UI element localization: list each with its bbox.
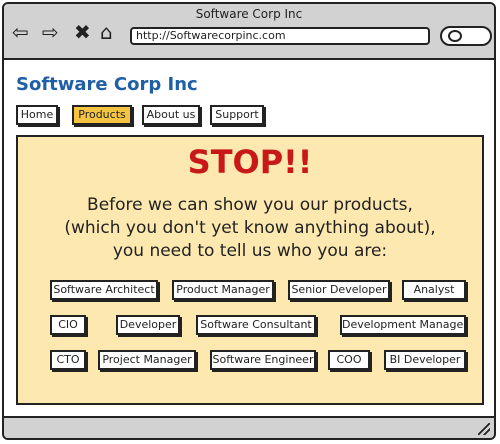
close-x-icon[interactable]: ✖ <box>74 20 91 44</box>
role-developer-button[interactable]: Developer <box>116 315 180 335</box>
role-development-manager-button[interactable]: Development Manager <box>340 315 468 335</box>
home-icon[interactable]: ⌂ <box>100 20 113 44</box>
title-bar: Software Corp Inc ⇦ ⇨ ✖ ⌂ http://Softwar… <box>4 4 494 60</box>
panel-message: Before we can show you our products, (wh… <box>18 194 482 263</box>
back-arrow-icon[interactable]: ⇦ <box>12 20 29 44</box>
role-software-consultant-button[interactable]: Software Consultant <box>196 315 316 335</box>
nav-home-button[interactable]: Home <box>16 105 58 125</box>
role-cio-button[interactable]: CIO <box>50 315 86 335</box>
window-title: Software Corp Inc <box>195 7 303 21</box>
role-software-engineer-button[interactable]: Software Engineer <box>210 350 316 370</box>
message-line: Before we can show you our products, <box>87 195 413 215</box>
page-content: Software Corp Inc Home Products About us… <box>4 60 494 418</box>
role-product-manager-button[interactable]: Product Manager <box>172 280 274 300</box>
search-field[interactable] <box>440 26 492 46</box>
search-icon <box>448 30 462 42</box>
role-bi-developer-button[interactable]: BI Developer <box>384 350 466 370</box>
status-bar <box>4 416 494 438</box>
forward-arrow-icon[interactable]: ⇨ <box>42 20 59 44</box>
stop-heading: STOP!! <box>187 143 313 181</box>
nav-support-button[interactable]: Support <box>210 105 264 125</box>
stop-panel: STOP!! Before we can show you our produc… <box>16 135 484 405</box>
role-project-manager-button[interactable]: Project Manager <box>98 350 196 370</box>
nav-products-button[interactable]: Products <box>72 105 132 125</box>
message-line: you need to tell us who you are: <box>112 241 388 261</box>
role-coo-button[interactable]: COO <box>328 350 370 370</box>
address-bar[interactable]: http://Softwarecorpinc.com <box>130 27 430 45</box>
nav-about-button[interactable]: About us <box>142 105 200 125</box>
browser-window: Software Corp Inc ⇦ ⇨ ✖ ⌂ http://Softwar… <box>2 2 496 440</box>
role-cto-button[interactable]: CTO <box>50 350 86 370</box>
site-title: Software Corp Inc <box>16 74 198 95</box>
role-senior-developer-button[interactable]: Senior Developer <box>288 280 390 300</box>
message-line: (which you don't yet know anything about… <box>64 218 436 238</box>
role-software-architect-button[interactable]: Software Architect <box>50 280 158 300</box>
resize-grip-icon[interactable] <box>478 423 490 435</box>
role-analyst-button[interactable]: Analyst <box>402 280 466 300</box>
